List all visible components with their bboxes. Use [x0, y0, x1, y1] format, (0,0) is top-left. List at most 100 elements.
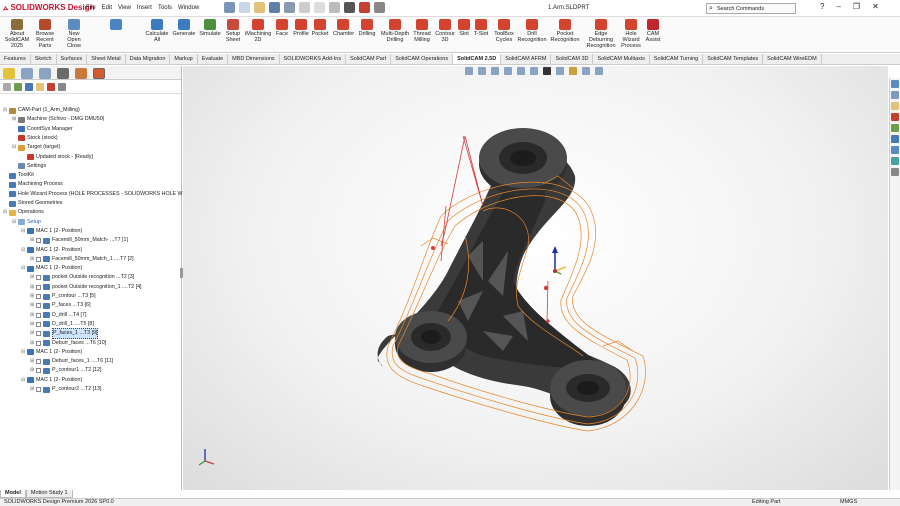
visibility-checkbox[interactable] [36, 294, 41, 299]
tab-data-migration[interactable]: Data Migration [126, 54, 171, 64]
visibility-checkbox[interactable] [36, 359, 41, 365]
tab-evaluate[interactable]: Evaluate [198, 54, 229, 64]
solidworks-resources-icon[interactable] [891, 80, 899, 88]
bottom-tab-motion-study-1[interactable]: Motion Study 1 [25, 490, 73, 498]
ribbon-button-15[interactable]: Thread Milling [412, 19, 432, 43]
ribbon-button-1[interactable]: Browse Recent Parts [33, 19, 57, 49]
tab-sketch[interactable]: Sketch [31, 54, 57, 64]
tab-solidcam-operations[interactable]: SolidCAM Operations [391, 54, 454, 64]
home-icon[interactable] [224, 2, 235, 13]
status-units[interactable]: MMGS [840, 499, 857, 505]
tool-new-icon[interactable] [3, 83, 11, 91]
tree-item[interactable]: ⊟ MAC 1 (2- Position) [21, 376, 82, 385]
property-manager-tab-icon[interactable] [21, 68, 33, 79]
minimize-icon[interactable]: – [836, 2, 840, 11]
ribbon-button-10[interactable]: Profile [292, 19, 310, 37]
feature-manager-tab-icon[interactable] [3, 68, 15, 79]
visibility-checkbox[interactable] [36, 312, 41, 318]
tree-item[interactable]: Updated stock - [Ready] [21, 153, 93, 162]
display-manager-tab-icon[interactable] [75, 68, 87, 79]
tree-item[interactable]: ⊞ P_contour ...T3 [5] [30, 292, 96, 301]
tree-item[interactable]: ⊟ MAC 1 (2- Position) [21, 227, 82, 236]
ribbon-button-12[interactable]: Chamfer [333, 19, 354, 37]
tab-solidcam-templates[interactable]: SolidCAM Templates [703, 54, 764, 64]
ribbon-button-5[interactable]: Generate [172, 19, 196, 37]
tree-item[interactable]: ⊞ pocket Outside recognition_1 ....T2 [4] [30, 283, 142, 292]
view-palette-icon[interactable] [891, 113, 899, 121]
tree-item[interactable]: ⊞ Facemill_50mm_Match_1 ....T7 [2] [30, 255, 134, 264]
tree-item[interactable]: ⊟ MAC 1 (2- Position) [21, 246, 82, 255]
tree-item[interactable]: ⊞ pocket Outside recognition ...T2 [3] [30, 273, 134, 282]
visibility-checkbox[interactable] [36, 275, 41, 281]
menu-edit[interactable]: Edit [102, 5, 112, 11]
visibility-checkbox[interactable] [36, 340, 41, 346]
tree-item[interactable]: ⊞ Machine (Schivo - DMG DMU50) [12, 115, 104, 124]
visibility-checkbox[interactable] [36, 256, 41, 262]
tree-item[interactable]: ⊟ MAC 1 (2- Position) [21, 348, 82, 357]
tab-solidcam-part[interactable]: SolidCAM Part [346, 54, 392, 64]
tree-item[interactable]: ⊞ Deburr_faces ...T6 [10] [30, 339, 106, 348]
tree-item[interactable]: ⊟ Operations [3, 208, 44, 217]
close-icon[interactable]: ✕ [872, 2, 879, 11]
visibility-checkbox[interactable] [36, 321, 41, 327]
tool-report-icon[interactable] [47, 83, 55, 91]
tree-item[interactable]: ⊞ P_faces_1 ...T3 [9] [30, 328, 99, 340]
save-icon[interactable] [269, 2, 280, 13]
tree-item[interactable]: Settings [12, 162, 46, 171]
tool-open-icon[interactable] [14, 83, 22, 91]
tree-item[interactable]: ⊞ D_drill ...T4 [7] [30, 311, 86, 320]
ribbon-button-0[interactable]: About SolidCAM 2025 [3, 19, 31, 49]
ribbon-button-11[interactable]: Pocket [311, 19, 329, 37]
tab-solidworks-add-ins[interactable]: SOLIDWORKS Add-Ins [280, 54, 347, 64]
ribbon-button-22[interactable]: Edge Deburring Recognition [583, 19, 619, 49]
visibility-checkbox[interactable] [36, 331, 41, 337]
tree-item[interactable]: ⊟ Target (target) [12, 143, 60, 152]
tool-settings-icon[interactable] [58, 83, 66, 91]
rebuild-icon[interactable] [344, 2, 355, 13]
tree-item[interactable]: Stock (stock) [12, 134, 58, 143]
tree-item[interactable]: ⊟ MAC 1 (2- Position) [21, 264, 82, 273]
ribbon-button-3[interactable] [93, 19, 139, 31]
tree-item[interactable]: ⊞ P_contour2 ...T2 [13] [30, 385, 101, 394]
tab-features[interactable]: Features [0, 54, 31, 64]
graphics-viewport[interactable] [183, 66, 888, 490]
ribbon-button-6[interactable]: Simulate [199, 19, 221, 37]
menu-window[interactable]: Window [178, 5, 199, 11]
tool-folder-icon[interactable] [36, 83, 44, 91]
tab-mbd-dimensions[interactable]: MBD Dimensions [228, 54, 280, 64]
ribbon-button-7[interactable]: Setup Sheet [224, 19, 242, 43]
tree-item[interactable]: CoordSys Manager [12, 125, 73, 134]
visibility-checkbox[interactable] [36, 238, 41, 244]
ribbon-button-4[interactable]: Calculate All [145, 19, 169, 43]
solidcam-manager-tab-icon[interactable] [93, 68, 105, 79]
search-commands-input[interactable]: ⌕ Search Commands [706, 3, 796, 14]
tree-item[interactable]: Machining Process [3, 180, 63, 189]
ribbon-button-14[interactable]: Multi-Depth Drilling [380, 19, 410, 43]
restore-icon[interactable]: ❐ [853, 2, 860, 11]
tree-item[interactable]: ⊟ Setup [12, 218, 41, 227]
dimxpert-tab-icon[interactable] [57, 68, 69, 79]
tree-item[interactable]: ToolKit [3, 171, 34, 180]
ribbon-button-23[interactable]: Hole Wizard Process [621, 19, 641, 49]
tool-save-icon[interactable] [25, 83, 33, 91]
print-icon[interactable] [284, 2, 295, 13]
ribbon-button-2[interactable]: New Open Close [62, 19, 86, 49]
configuration-manager-tab-icon[interactable] [39, 68, 51, 79]
options-gear-icon[interactable] [374, 2, 385, 13]
select-pointer-icon[interactable] [329, 2, 340, 13]
visibility-checkbox[interactable] [36, 368, 41, 374]
tree-item[interactable]: ⊞ P_faces ...T3 [6] [30, 301, 91, 310]
tab-markup[interactable]: Markup [170, 54, 198, 64]
menu-file[interactable]: File [86, 5, 96, 11]
ribbon-button-20[interactable]: Drill Recognition [517, 19, 547, 43]
menu-insert[interactable]: Insert [137, 5, 152, 11]
menu-tools[interactable]: Tools [158, 5, 172, 11]
undo-icon[interactable] [299, 2, 310, 13]
redo-icon[interactable] [314, 2, 325, 13]
visibility-checkbox[interactable] [36, 284, 41, 290]
solidcam-task-icon[interactable] [891, 146, 899, 154]
file-properties-icon[interactable] [359, 2, 370, 13]
forum-icon[interactable] [891, 157, 899, 165]
tree-item[interactable]: ⊞ P_contour1 ...T2 [12] [30, 366, 101, 375]
custom-properties-icon[interactable] [891, 135, 899, 143]
